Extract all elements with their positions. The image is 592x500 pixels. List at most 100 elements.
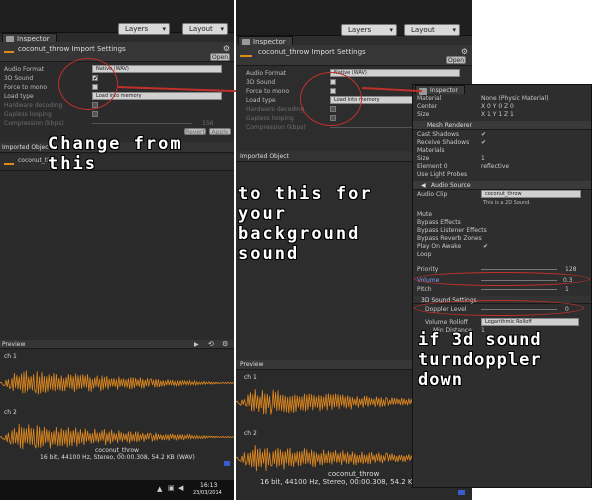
left-layout-dropdown[interactable]: Layout xyxy=(182,23,228,35)
annotation-background: background xyxy=(238,224,361,244)
left_panel-label-4: Hardware decoding xyxy=(4,102,63,109)
middle_panel-label-1: 3D Sound xyxy=(246,79,276,86)
audio-source-title: Audio Source xyxy=(431,182,471,189)
annotation-ellipse-doppler xyxy=(414,300,584,316)
open-button[interactable]: Open xyxy=(210,53,230,61)
left-title-bar: Layers Layout xyxy=(0,0,234,35)
rp-audio-label-3: Bypass Reverb Zones xyxy=(417,235,482,242)
pitch-label: Pitch xyxy=(417,286,432,293)
imported-object-name: coconut_th xyxy=(18,157,52,164)
layers-label-2: Layers xyxy=(348,26,372,34)
rp-top-value-2[interactable]: X 1 Y 1 Z 1 xyxy=(481,111,514,118)
left-inspector-tab[interactable]: Inspector xyxy=(2,33,57,43)
left_panel-label-6: Compression (kbps) xyxy=(4,120,64,127)
revert-button[interactable]: Revert xyxy=(184,128,206,136)
annotation-this: this xyxy=(48,154,97,174)
gear-icon[interactable]: ⚙ xyxy=(223,44,230,53)
audio-clip-value: coconut_throw xyxy=(485,191,522,197)
left-layers-dropdown[interactable]: Layers xyxy=(118,23,170,35)
play-icon[interactable]: ▶ xyxy=(194,341,199,348)
left-waveform-area: ch 1 ch 2 coconut_throw 16 bit, 44100 Hz… xyxy=(0,349,234,480)
taskbar-date: 23/03/2014 xyxy=(193,490,222,496)
audio-clip-note: This is a 2D Sound. xyxy=(483,200,531,206)
annotation-ellipse-middle xyxy=(300,72,362,126)
rp-mesh-value-3[interactable]: 1 xyxy=(481,155,485,162)
resize-handle[interactable] xyxy=(224,461,230,466)
mesh-renderer-header: Mesh Renderer xyxy=(413,121,591,130)
audio-file-icon xyxy=(4,47,14,53)
middle_panel-label-0: Audio Format xyxy=(246,70,287,77)
rp-audio-label-4: Play On Awake xyxy=(417,243,462,250)
left_panel-slider-6[interactable] xyxy=(92,123,192,124)
right-inspector-tab[interactable]: Inspector xyxy=(415,85,465,95)
gear-icon-2[interactable]: ⚙ xyxy=(461,47,468,56)
annotation-ellipse-volume xyxy=(414,272,590,286)
rp-audio-label-0: Mute xyxy=(417,211,433,218)
middle-inspector-tab[interactable]: Inspector xyxy=(238,36,293,46)
rp-audio-label-5: Loop xyxy=(417,251,432,258)
middle_panel-label-2: Force to mono xyxy=(246,88,290,95)
rp-mesh-label-1: Receive Shadows xyxy=(417,139,470,146)
audio-clip-field[interactable]: coconut_throw xyxy=(481,190,581,198)
middle_panel-label-4: Hardware decoding xyxy=(246,106,305,113)
annotation-change-from: Change from xyxy=(48,134,183,154)
loop-icon[interactable]: ⟲ xyxy=(208,340,214,348)
slider-track-pitch[interactable] xyxy=(481,289,557,290)
ch2-label-2: ch 2 xyxy=(244,430,257,437)
preview-label: Preview xyxy=(2,341,26,348)
import-settings-title-2: coconut_throw Import Settings xyxy=(258,48,366,56)
rp-top-value-1[interactable]: X 0 Y 0 Z 0 xyxy=(481,103,514,110)
left_panel-checkbox-5[interactable] xyxy=(92,111,98,117)
ch2-label: ch 2 xyxy=(4,409,17,416)
layers-label: Layers xyxy=(125,25,149,33)
open-label-2: Open xyxy=(447,57,465,64)
middle_panel-label-5: Gapless looping xyxy=(246,115,294,122)
rolloff-dropdown[interactable]: Logarithmic Rolloff xyxy=(481,318,579,326)
taskbar-arrow-icon[interactable]: ▲ xyxy=(157,485,162,493)
open-button-2[interactable]: Open xyxy=(446,56,466,64)
middle-layout-dropdown[interactable]: Layout xyxy=(404,24,460,36)
rp-audio-value-4[interactable]: ✔ xyxy=(483,243,488,250)
rp-top-label-1: Center xyxy=(417,103,438,110)
left-preview-header: Preview ▶ ⟲ ⚙ xyxy=(0,340,234,349)
middle-layers-dropdown[interactable]: Layers xyxy=(341,24,397,36)
left_panel-label-1: 3D Sound xyxy=(4,75,34,82)
annotation-your: your xyxy=(238,204,287,224)
open-label: Open xyxy=(211,54,229,61)
resize-handle-2[interactable] xyxy=(458,490,465,495)
middle_panel-label-3: Load type xyxy=(246,97,276,104)
middle_panel-dropdown-0[interactable]: Native (WAV) xyxy=(330,69,460,77)
import-settings-title: coconut_throw Import Settings xyxy=(18,45,126,53)
left-inspector-window: Layers Layout Inspector coconut_throw Im… xyxy=(0,0,234,500)
settings-icon[interactable]: ⚙ xyxy=(222,340,228,348)
imported-object-label-2: Imported Object xyxy=(240,153,289,160)
rp-mesh-value-0[interactable]: ✔ xyxy=(481,131,486,138)
apply-button[interactable]: Apply xyxy=(209,128,231,136)
left_panel-label-5: Gapless looping xyxy=(4,111,52,118)
annotation-if-3d: if 3d sound xyxy=(418,330,542,350)
preview-label-2: Preview xyxy=(240,361,264,368)
audio-file-icon-2 xyxy=(4,160,14,165)
rp-mesh-label-2: Materials xyxy=(417,147,445,154)
network-icon[interactable]: ▣ xyxy=(168,484,175,492)
slider-track-priority[interactable] xyxy=(481,269,557,270)
tab-label-3: Inspector xyxy=(430,87,458,94)
ch1-label: ch 1 xyxy=(4,353,17,360)
rp-mesh-label-4: Element 0 xyxy=(417,163,448,170)
rp-top-value-0[interactable]: None (Physic Material) xyxy=(481,95,549,102)
audio-source-header: ◀ Audio Source xyxy=(413,181,591,190)
rp-mesh-value-4[interactable]: reflective xyxy=(481,163,509,170)
priority-label: Priority xyxy=(417,266,439,273)
rp-mesh-value-1[interactable]: ✔ xyxy=(481,139,486,146)
layout-label-2: Layout xyxy=(411,26,435,34)
volume-icon[interactable]: ◀ xyxy=(178,484,183,492)
windows-taskbar: ▲ ▣ ◀ 16:13 23/03/2014 xyxy=(0,480,234,500)
layout-label: Layout xyxy=(189,25,213,33)
rolloff-label: Volume Rolloff xyxy=(425,319,468,326)
imported-object-row: coconut_th xyxy=(0,155,234,171)
middle-import-header: coconut_throw Import Settings ⚙ Open xyxy=(236,45,472,66)
revert-label: Revert xyxy=(185,129,205,136)
rp-top-label-0: Material xyxy=(417,95,442,102)
rp-mesh-label-0: Cast Shadows xyxy=(417,131,460,138)
annotation-to-this: to this for xyxy=(238,184,373,204)
